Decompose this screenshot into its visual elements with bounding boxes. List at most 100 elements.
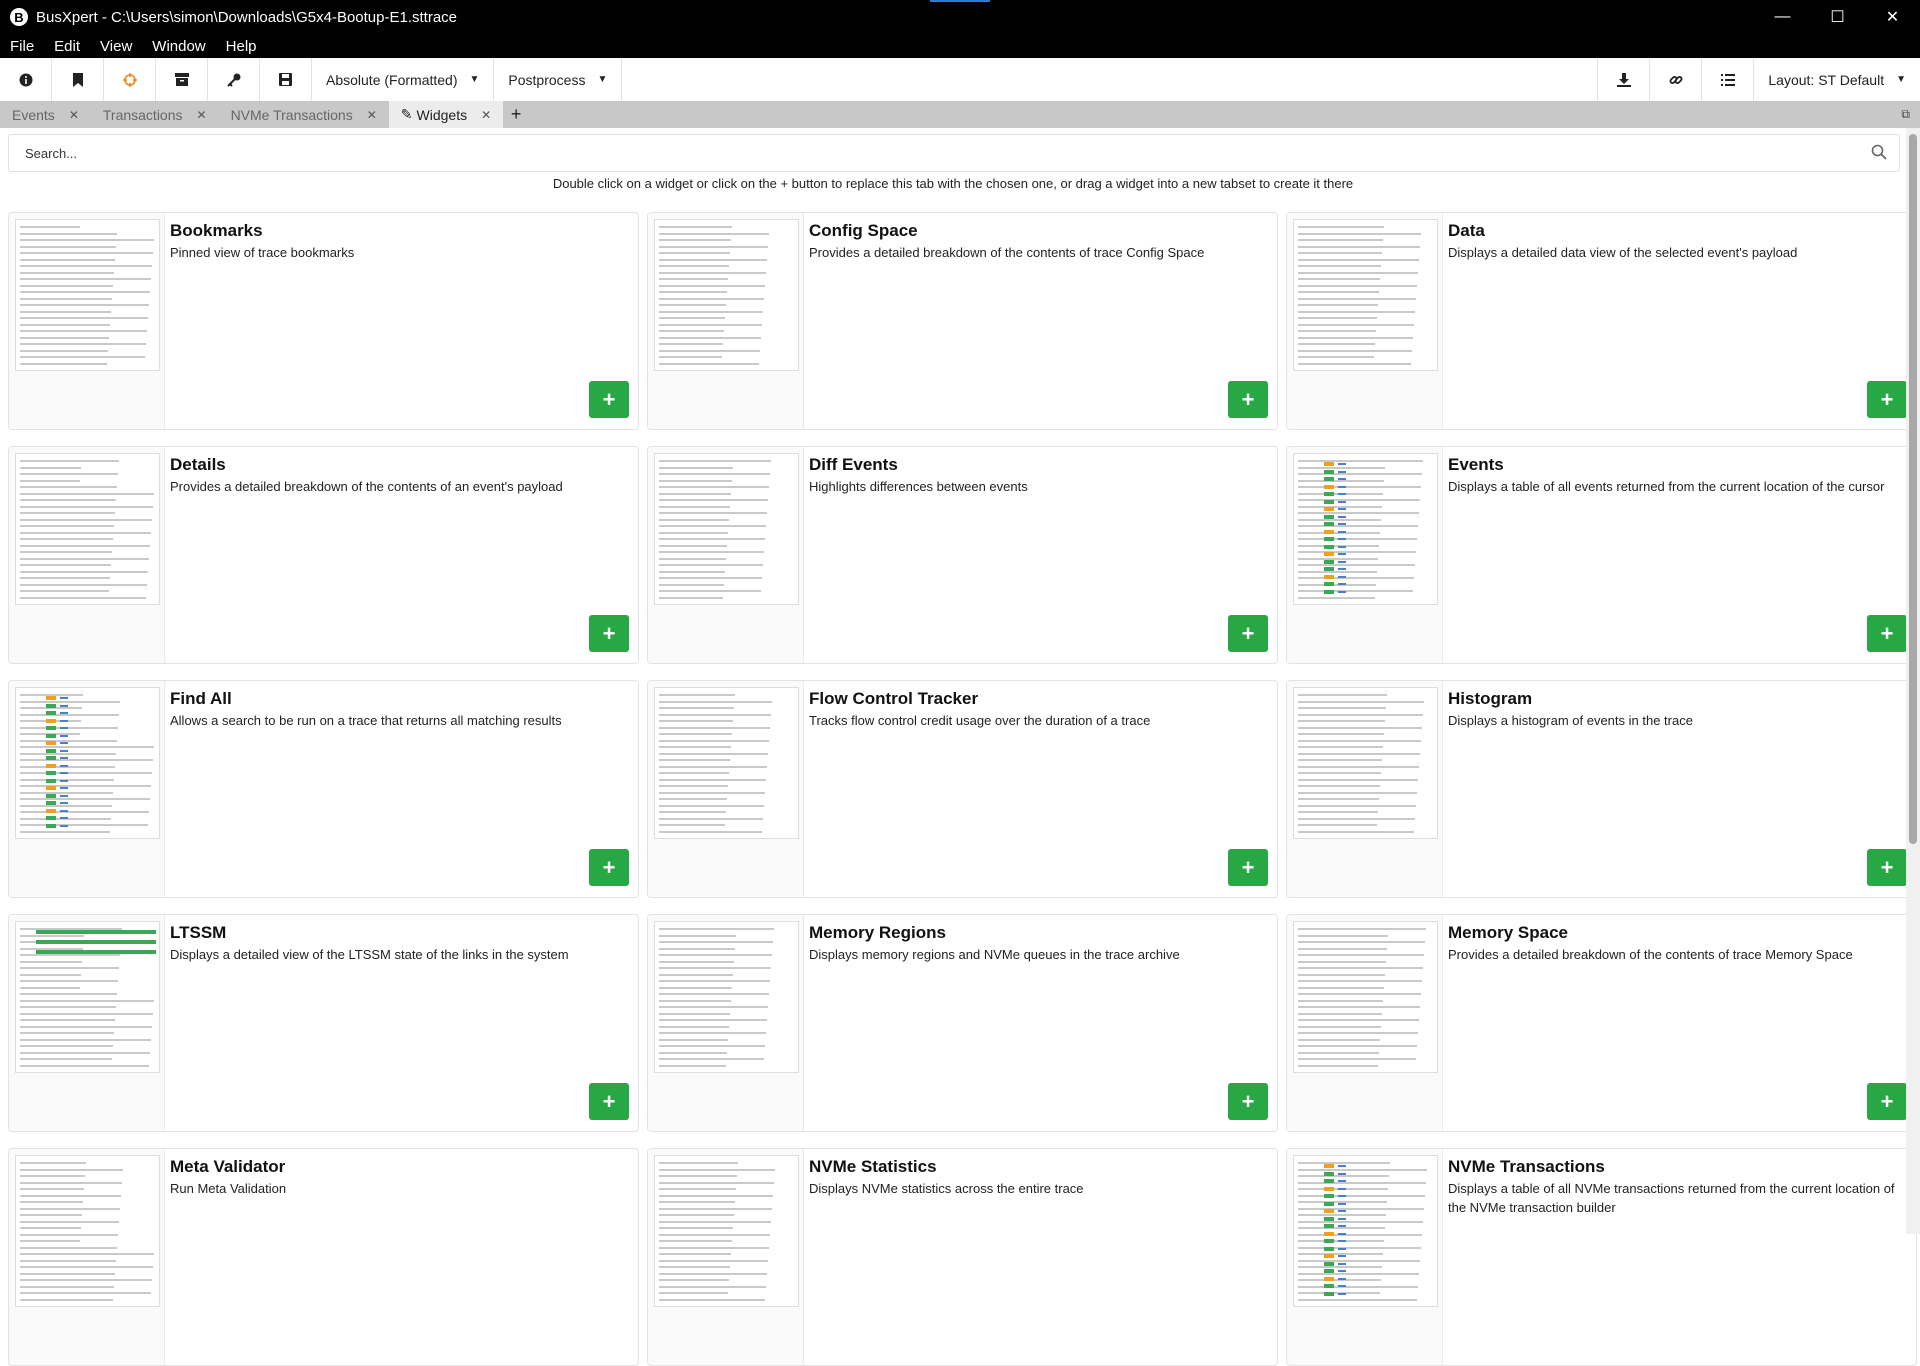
widget-card-flow-control-tracker[interactable]: Flow Control Tracker Tracks flow control …: [647, 680, 1278, 898]
close-icon[interactable]: ✕: [69, 108, 79, 122]
widget-card-events[interactable]: Events Displays a table of all events ret…: [1286, 446, 1917, 664]
tab-events[interactable]: Events ✕: [0, 101, 91, 128]
menu-view[interactable]: View: [90, 38, 142, 55]
link-icon[interactable]: [1649, 58, 1701, 101]
timestamp-format-dropdown[interactable]: Absolute (Formatted) ▼: [312, 58, 495, 101]
search-input[interactable]: [23, 135, 1847, 171]
add-widget-button[interactable]: +: [1228, 381, 1268, 418]
close-icon[interactable]: ✕: [367, 108, 377, 122]
tab-nvme-transactions[interactable]: NVMe Transactions ✕: [219, 101, 389, 128]
preview-line: [659, 466, 733, 469]
add-widget-button[interactable]: +: [1867, 615, 1907, 652]
tab-transactions[interactable]: Transactions ✕: [91, 101, 219, 128]
close-icon[interactable]: ✕: [481, 108, 491, 122]
widget-card-meta-validator[interactable]: Meta Validator Run Meta Validation: [8, 1148, 639, 1366]
menu-window[interactable]: Window: [142, 38, 215, 55]
preview-line: [1298, 1045, 1417, 1047]
preview-line: [1298, 1006, 1420, 1008]
bookmark-icon[interactable]: [52, 58, 104, 101]
widget-description: Displays NVMe statistics across the enti…: [809, 1181, 1084, 1196]
timestamp-format-value: Absolute (Formatted): [326, 71, 458, 88]
preview-line: [1298, 941, 1425, 943]
preview-line: [20, 577, 110, 579]
widget-card-bookmarks[interactable]: Bookmarks Pinned view of trace bookmarks +: [8, 212, 639, 430]
widget-card-details[interactable]: Details Provides a detailed breakdown of …: [8, 446, 639, 664]
close-icon[interactable]: ✕: [1865, 0, 1920, 34]
maximize-icon[interactable]: ☐: [1810, 0, 1865, 34]
preview-cell: [1338, 545, 1346, 548]
preview-line: [20, 1266, 153, 1268]
preview-line: [1298, 336, 1413, 339]
archive-icon[interactable]: [156, 58, 208, 101]
crosshair-icon[interactable]: [104, 58, 156, 101]
preview-line: [659, 804, 764, 807]
widget-card-memory-space[interactable]: Memory Space Provides a detailed breakdow…: [1286, 914, 1917, 1132]
info-icon[interactable]: [0, 58, 52, 101]
add-widget-button[interactable]: +: [1867, 1083, 1907, 1120]
close-icon[interactable]: ✕: [197, 108, 207, 122]
widget-card-histogram[interactable]: Histogram Displays a histogram of events …: [1286, 680, 1917, 898]
widget-title: NVMe Statistics: [809, 1157, 937, 1176]
add-widget-button[interactable]: +: [589, 1083, 629, 1120]
minimize-icon[interactable]: —: [1755, 0, 1810, 34]
preview-cell: [1338, 508, 1346, 510]
add-widget-button[interactable]: +: [1228, 615, 1268, 652]
widget-preview-image: [654, 453, 799, 605]
preview-cell: [46, 741, 56, 745]
vertical-scrollbar[interactable]: [1906, 128, 1920, 1234]
preview-line: [1298, 739, 1421, 742]
postprocess-dropdown[interactable]: Postprocess ▼: [494, 58, 623, 101]
list-icon[interactable]: [1701, 58, 1753, 101]
layout-dropdown[interactable]: Layout: ST Default ▼: [1753, 58, 1920, 101]
preview-line: [1298, 570, 1377, 573]
preview-line: [659, 765, 767, 768]
maximize-tabset-icon[interactable]: ⧉: [1901, 107, 1910, 122]
preview-line: [659, 986, 732, 989]
preview-line: [659, 577, 762, 579]
download-icon[interactable]: [1597, 58, 1649, 101]
preview-line: [1298, 232, 1421, 235]
preview-line: [20, 1214, 82, 1216]
preview-cell: [46, 756, 56, 760]
widget-card-nvme-transactions[interactable]: NVMe Transactions Displays a table of all…: [1286, 1148, 1917, 1366]
add-widget-button[interactable]: +: [1228, 1083, 1268, 1120]
preview-line: [659, 323, 762, 326]
widget-card-memory-regions[interactable]: Memory Regions Displays memory regions an…: [647, 914, 1278, 1132]
widget-card-config-space[interactable]: Config Space Provides a detailed breakdow…: [647, 212, 1278, 430]
scroll-thumb[interactable]: [1909, 134, 1917, 844]
add-tab-button[interactable]: +: [503, 101, 529, 128]
menu-file[interactable]: File: [0, 38, 44, 55]
preview-cell: [1338, 1255, 1346, 1257]
preview-line: [659, 492, 731, 495]
preview-cell: [1338, 575, 1346, 578]
app-logo-icon: B: [10, 8, 28, 26]
add-widget-button[interactable]: +: [1228, 849, 1268, 886]
add-widget-button[interactable]: +: [1867, 849, 1907, 886]
add-widget-button[interactable]: +: [589, 381, 629, 418]
preview-line: [659, 557, 726, 560]
search-icon[interactable]: [1871, 144, 1887, 160]
preview-cell: [60, 712, 68, 714]
widget-card-nvme-statistics[interactable]: NVMe Statistics Displays NVMe statistics …: [647, 1148, 1278, 1366]
save-icon[interactable]: [260, 58, 312, 101]
widget-card-ltssm[interactable]: LTSSM Displays a detailed view of the LTS…: [8, 914, 639, 1132]
preview-cell: [1324, 537, 1334, 541]
menu-help[interactable]: Help: [216, 38, 267, 55]
add-widget-button[interactable]: +: [589, 615, 629, 652]
preview-cell: [1324, 1179, 1334, 1183]
preview-cell: [1338, 1180, 1346, 1182]
widget-card-find-all[interactable]: Find All Allows a search to be run on a t…: [8, 680, 639, 898]
tab-widgets[interactable]: ✎ Widgets ✕: [388, 101, 504, 128]
preview-line: [20, 1292, 151, 1294]
menu-edit[interactable]: Edit: [44, 38, 90, 55]
add-widget-button[interactable]: +: [589, 849, 629, 886]
preview-cell: [1338, 1210, 1346, 1212]
preview-line: [20, 232, 117, 235]
preview-line: [659, 1162, 738, 1164]
preview-line: [20, 291, 150, 293]
widget-card-diff-events[interactable]: Diff Events Highlights differences betwee…: [647, 446, 1278, 664]
widget-preview: [648, 213, 804, 429]
key-icon[interactable]: [208, 58, 260, 101]
widget-card-data[interactable]: Data Displays a detailed data view of the…: [1286, 212, 1917, 430]
add-widget-button[interactable]: +: [1867, 381, 1907, 418]
